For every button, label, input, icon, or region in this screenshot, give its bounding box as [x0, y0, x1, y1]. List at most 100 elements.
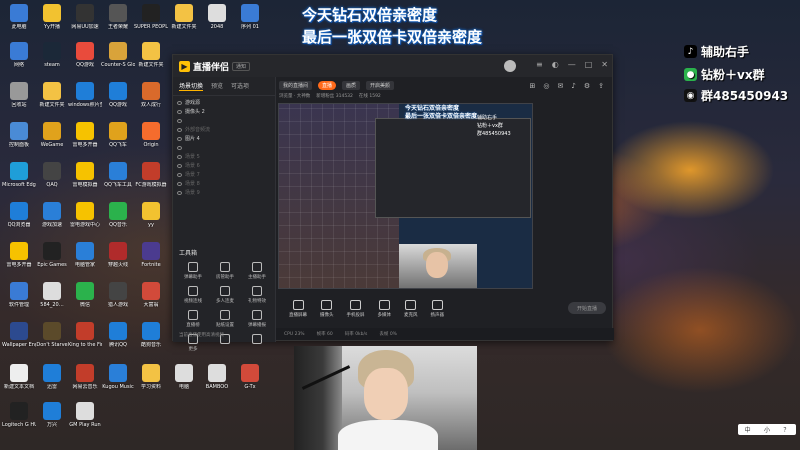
- desktop-icon[interactable]: 雷电模拟器: [68, 160, 102, 194]
- desktop-icon[interactable]: 腾讯QQ: [101, 320, 135, 354]
- stream-companion-window[interactable]: ▶ 直播伴侣 通知 ≡ ◐ — □ ✕ 场景切换 预览 可选项 游戏源 摄像头 2…: [172, 54, 614, 352]
- desktop-icon[interactable]: Microsoft Edge: [2, 160, 36, 194]
- tool-button[interactable]: 房管助手: [209, 262, 241, 280]
- desktop-icon[interactable]: steam: [35, 40, 69, 74]
- desktop-icon[interactable]: Don't Starve: [35, 320, 69, 354]
- desktop-icon[interactable]: 猎人游戏: [101, 280, 135, 314]
- desktop-icon[interactable]: 新建文件夹: [134, 40, 168, 74]
- desktop-icon[interactable]: 新建文本文档: [2, 362, 36, 396]
- desktop-icon[interactable]: Epic Games: [35, 240, 69, 274]
- control-button[interactable]: 多媒体: [378, 300, 391, 318]
- desktop-icon[interactable]: G-Tx: [233, 362, 267, 396]
- maximize-icon[interactable]: □: [585, 60, 593, 69]
- scene-item[interactable]: [177, 143, 271, 152]
- desktop-icon[interactable]: QAQ: [35, 160, 69, 194]
- eye-icon[interactable]: [177, 136, 182, 141]
- desktop-icon[interactable]: QQ飞车工具: [101, 160, 135, 194]
- desktop-icon[interactable]: 电脑: [167, 362, 201, 396]
- desktop-icon[interactable]: Yy开播: [35, 2, 69, 36]
- desktop-icon[interactable]: yy: [134, 200, 168, 234]
- desktop-icon[interactable]: FC游戏模拟器: [134, 160, 168, 194]
- desktop-icon[interactable]: 游戏加速: [35, 200, 69, 234]
- tool-button[interactable]: [241, 334, 273, 352]
- desktop-icon[interactable]: 网易UU加速: [68, 2, 102, 36]
- scene-item[interactable]: 外部音频流: [177, 125, 271, 134]
- stream-preview[interactable]: 今天钻石双倍亲密度 最后一张双倍卡双倍亲密度 辅助右手 钻粉＋vx群 群4854…: [278, 103, 533, 289]
- desktop-icon[interactable]: SUPER PEOPLE CBT: [134, 2, 168, 36]
- desktop-icon[interactable]: 微信: [68, 280, 102, 314]
- desktop-icon[interactable]: 2048: [200, 2, 234, 36]
- menu-icon[interactable]: ≡: [536, 60, 543, 69]
- desktop-icon[interactable]: 万兴: [35, 400, 69, 434]
- eye-icon[interactable]: [177, 109, 182, 114]
- live-badge[interactable]: 直播: [318, 80, 337, 90]
- desktop-icon[interactable]: 迅雷: [35, 362, 69, 396]
- eye-icon[interactable]: [177, 100, 182, 105]
- desktop-icon[interactable]: 王者荣耀: [101, 2, 135, 36]
- desktop-icon[interactable]: 584_20…: [35, 280, 69, 314]
- close-icon[interactable]: ✕: [601, 60, 608, 69]
- tool-button[interactable]: 弹幕播报: [241, 310, 273, 328]
- scene-item[interactable]: 摄像头 2: [177, 107, 271, 116]
- desktop-icon[interactable]: 雷电多开器: [2, 240, 36, 274]
- control-button[interactable]: 麦克风: [404, 300, 418, 318]
- eye-icon[interactable]: [177, 145, 182, 150]
- desktop-icon[interactable]: QQ游戏: [68, 40, 102, 74]
- settings-icon[interactable]: ⚙: [584, 82, 590, 90]
- quality-chip[interactable]: 画质: [342, 80, 361, 90]
- desktop-icon[interactable]: 序列 01: [233, 2, 267, 36]
- desktop-icon[interactable]: Kugou Music: [101, 362, 135, 396]
- desktop-icon[interactable]: 酷狗音乐: [134, 320, 168, 354]
- scene-item[interactable]: [177, 116, 271, 125]
- scene-item[interactable]: 图片 4: [177, 134, 271, 143]
- gift-icon[interactable]: ⊞: [530, 82, 536, 90]
- desktop-icon[interactable]: 控制面板: [2, 120, 36, 154]
- scene-item[interactable]: 场景 5: [177, 152, 271, 161]
- desktop-icon[interactable]: Fortnite: [134, 240, 168, 274]
- tab-options[interactable]: 可选项: [231, 81, 249, 91]
- scene-item[interactable]: 场景 8: [177, 179, 271, 188]
- desktop-icon[interactable]: QQ飞车: [101, 120, 135, 154]
- tray-item[interactable]: 小: [764, 425, 770, 434]
- scene-item[interactable]: 场景 7: [177, 170, 271, 179]
- tool-button[interactable]: 贴纸设置: [209, 310, 241, 328]
- desktop-icon[interactable]: King to the Finish: [68, 320, 102, 354]
- desktop-icon[interactable]: 大富翁: [134, 280, 168, 314]
- room-selector[interactable]: 我的直播间: [279, 80, 313, 90]
- scene-item[interactable]: 场景 9: [177, 188, 271, 197]
- app-titlebar[interactable]: ▶ 直播伴侣 通知 ≡ ◐ — □ ✕: [173, 55, 612, 77]
- eye-icon[interactable]: [177, 181, 182, 186]
- desktop-icon[interactable]: 网易云音乐: [68, 362, 102, 396]
- desktop-icon[interactable]: 软件管理: [2, 280, 36, 314]
- desktop-icon[interactable]: QQ音乐: [101, 200, 135, 234]
- control-button[interactable]: 摄像头: [320, 300, 334, 318]
- desktop-icon[interactable]: WeGame: [35, 120, 69, 154]
- mail-icon[interactable]: ✉: [558, 82, 564, 90]
- eye-icon[interactable]: [177, 163, 182, 168]
- notify-menu[interactable]: 通知: [232, 61, 251, 71]
- desktop-icon[interactable]: Counter-S Global Off: [101, 40, 135, 74]
- control-button[interactable]: 手机投屏: [347, 300, 365, 318]
- tab-scene[interactable]: 场景切换: [179, 81, 204, 91]
- record-icon[interactable]: ◎: [543, 82, 549, 90]
- tool-button[interactable]: 多人连麦: [209, 286, 241, 304]
- eye-icon[interactable]: [177, 118, 182, 123]
- tool-button[interactable]: 弹幕助手: [177, 262, 209, 280]
- desktop-icon[interactable]: Logitech G HUB: [2, 400, 36, 434]
- tool-button[interactable]: 视频连线: [177, 286, 209, 304]
- eye-icon[interactable]: [177, 190, 182, 195]
- eye-icon[interactable]: [177, 172, 182, 177]
- scene-item[interactable]: 场景 6: [177, 161, 271, 170]
- desktop-icon[interactable]: windows照片查看器: [68, 80, 102, 114]
- skin-icon[interactable]: ◐: [552, 60, 559, 69]
- eye-icon[interactable]: [177, 127, 182, 132]
- desktop-icon[interactable]: 雷电多开器: [68, 120, 102, 154]
- tool-button[interactable]: 主播助手: [241, 262, 273, 280]
- avatar[interactable]: [504, 60, 516, 72]
- desktop-icon[interactable]: 新建文件夹: [167, 2, 201, 36]
- desktop-icon[interactable]: 穿越火线: [101, 240, 135, 274]
- desktop-icon[interactable]: Wallpaper Engine: [2, 320, 36, 354]
- start-live-button[interactable]: 开始直播: [568, 302, 606, 314]
- desktop-icon[interactable]: 网络: [2, 40, 36, 74]
- desktop-icon[interactable]: BAMBOO: [200, 362, 234, 396]
